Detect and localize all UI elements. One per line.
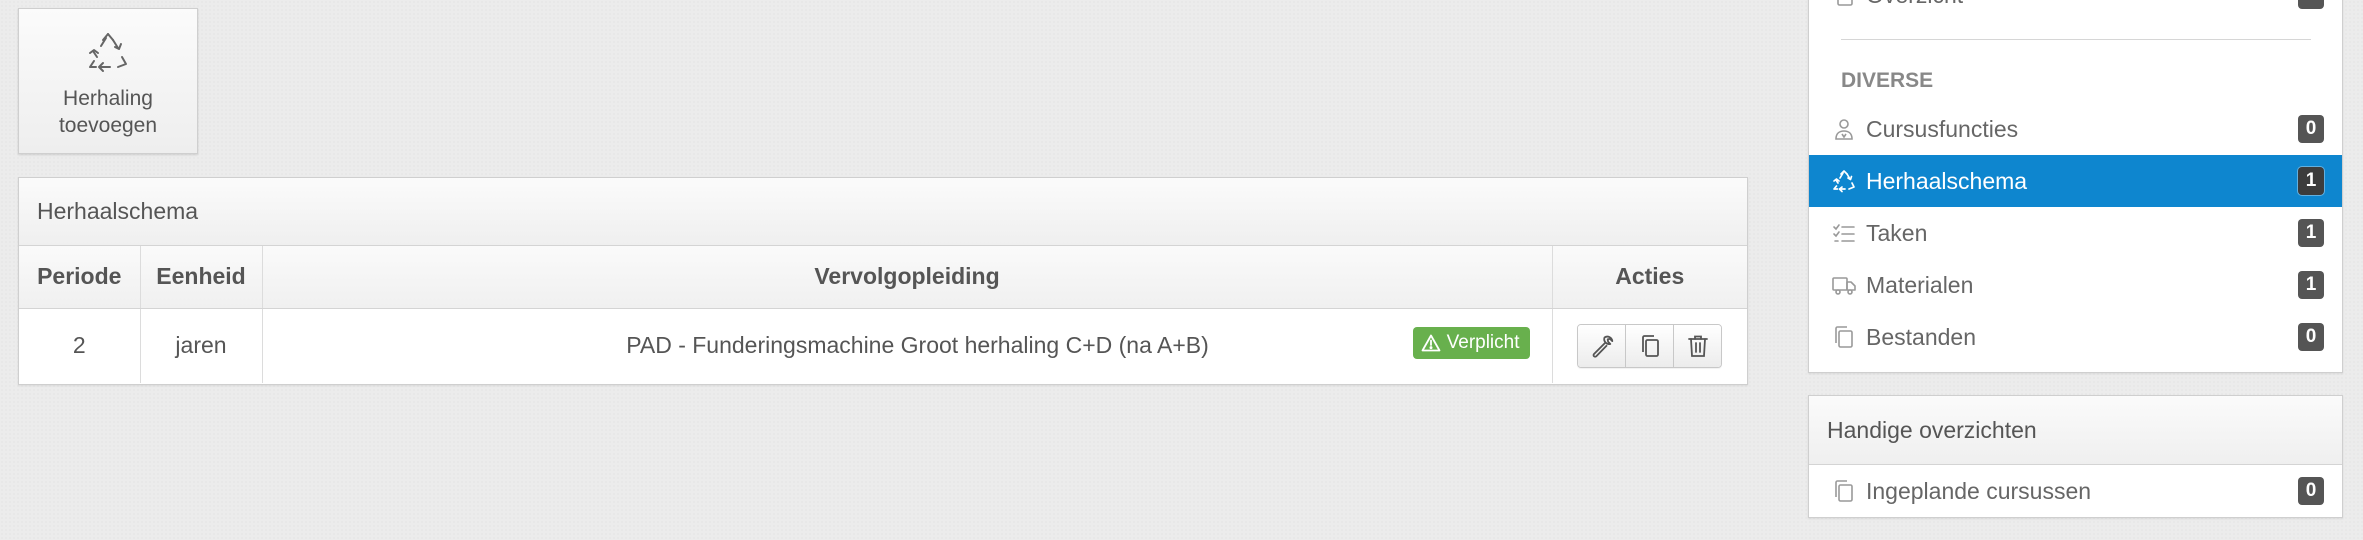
count-badge: 0 <box>2298 477 2324 505</box>
sidebar-item-label: Cursusfuncties <box>1866 115 2019 142</box>
trash-icon <box>1687 335 1708 357</box>
sidebar-item-overzicht[interactable]: Overzicht 0 <box>1809 0 2342 21</box>
sidebar-item-herhaalschema[interactable]: Herhaalschema 1 <box>1809 155 2342 207</box>
warning-icon <box>1421 334 1441 351</box>
sidebar-divider <box>1841 39 2311 40</box>
count-badge: 0 <box>2298 115 2324 143</box>
count-badge: 1 <box>2298 167 2324 195</box>
recycle-icon <box>89 33 127 72</box>
sidebar-item-taken[interactable]: Taken 1 <box>1809 207 2342 259</box>
panel-title: Herhaalschema <box>19 178 1747 246</box>
mandatory-badge-label: Verplicht <box>1446 331 1520 353</box>
count-badge: 1 <box>2298 271 2324 299</box>
user-badge-icon <box>1835 119 1853 140</box>
files-icon <box>1837 0 1853 6</box>
sidebar-item-label: Overzicht <box>1866 0 1963 9</box>
sidebar-item-materialen[interactable]: Materialen 1 <box>1809 259 2342 311</box>
overviews-title: Handige overzichten <box>1809 396 2342 465</box>
table-header-row: Periode Eenheid Vervolgopleiding Acties <box>19 246 1747 309</box>
count-badge: 0 <box>2298 323 2324 351</box>
sidebar-item-cursusfuncties[interactable]: Cursusfuncties 0 <box>1809 103 2342 155</box>
edit-button[interactable] <box>1578 324 1626 367</box>
add-repetition-label: Herhaling toevoegen <box>58 87 158 137</box>
count-badge: 1 <box>2298 219 2324 247</box>
column-header-eenheid[interactable]: Eenheid <box>140 246 263 309</box>
course-name: PAD - Funderingsmachine Groot herhaling … <box>626 332 1209 359</box>
truck-icon <box>1832 277 1856 295</box>
table-row: 2 jaren PAD - Funderingsmachine Groot he… <box>19 308 1747 383</box>
copy-icon <box>1641 334 1659 357</box>
cell-eenheid: jaren <box>140 308 263 383</box>
overview-item-label: Ingeplande cursussen <box>1866 477 2092 504</box>
cell-vervolgopleiding: PAD - Funderingsmachine Groot herhaling … <box>262 308 1553 383</box>
row-actions <box>1577 323 1723 368</box>
sidebar-item-label: Herhaalschema <box>1866 167 2028 194</box>
cell-acties <box>1552 308 1747 383</box>
sidebar-section-label: DIVERSE <box>1841 69 1934 92</box>
repetition-table: Periode Eenheid Vervolgopleiding Acties … <box>19 246 1747 383</box>
recycle-icon <box>1833 170 1855 193</box>
sidebar-item-label: Bestanden <box>1866 323 1976 350</box>
sidebar-item-bestanden[interactable]: Bestanden 0 <box>1809 311 2342 363</box>
sidebar-item-label: Taken <box>1866 219 1928 246</box>
sidebar-navigation: Overzicht 0 DIVERSE Cursusfuncties 0 Her… <box>1808 0 2343 373</box>
sidebar-item-label: Materialen <box>1866 271 1974 298</box>
files-icon <box>1835 480 1853 502</box>
files-icon <box>1835 326 1853 348</box>
add-repetition-button[interactable]: Herhaling toevoegen <box>18 8 198 154</box>
mandatory-badge: Verplicht <box>1412 326 1530 359</box>
overviews-panel: Handige overzichten Ingeplande cursussen… <box>1808 395 2343 518</box>
cell-periode: 2 <box>19 308 141 383</box>
overview-item-ingeplande-cursussen[interactable]: Ingeplande cursussen 0 <box>1809 465 2342 517</box>
wrench-icon <box>1592 335 1613 358</box>
delete-button[interactable] <box>1673 324 1722 367</box>
repetition-schema-panel: Herhaalschema Periode Eenheid Vervolgopl… <box>18 177 1748 385</box>
copy-button[interactable] <box>1625 324 1674 367</box>
column-header-acties: Acties <box>1552 246 1747 309</box>
tasks-icon <box>1833 224 1855 242</box>
column-header-vervolgopleiding[interactable]: Vervolgopleiding <box>262 246 1553 309</box>
count-badge: 0 <box>2298 0 2324 9</box>
column-header-periode[interactable]: Periode <box>19 246 141 309</box>
